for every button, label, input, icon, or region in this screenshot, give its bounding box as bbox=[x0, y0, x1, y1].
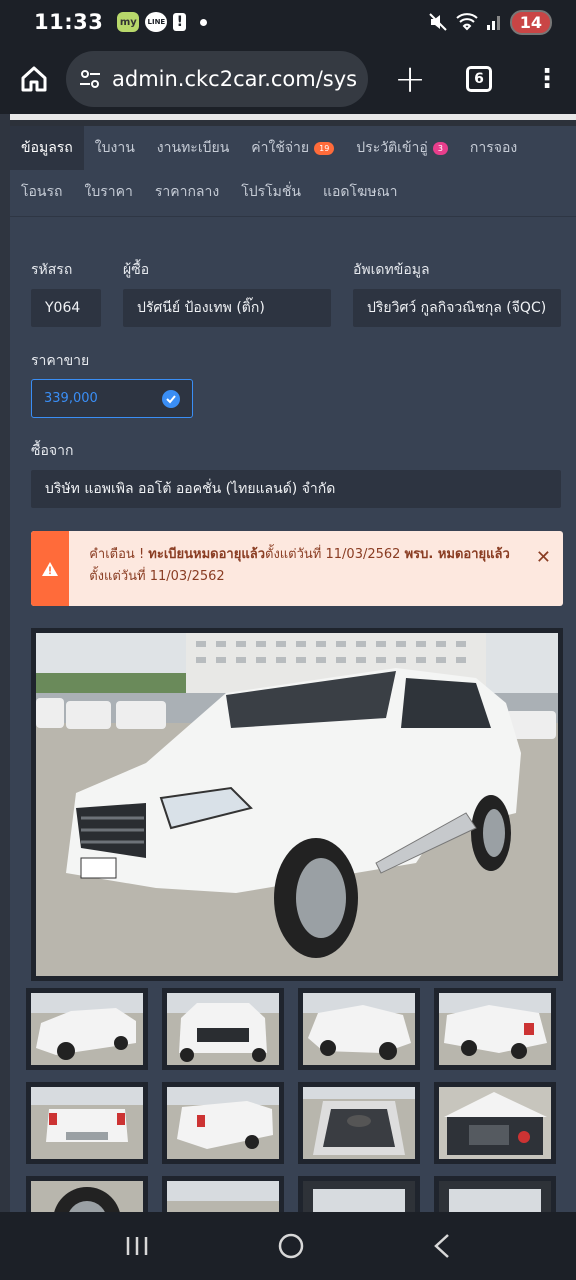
buyer-label: ผู้ซื้อ bbox=[123, 262, 150, 278]
left-strip bbox=[0, 114, 10, 1212]
thumbnail-image-6 bbox=[167, 1087, 279, 1159]
updater-field[interactable]: ปริยวิศว์ กูลกิจวณิชกุล (จีQC) bbox=[353, 289, 561, 327]
thumbnail-image-5 bbox=[31, 1087, 143, 1159]
thumbnail-7[interactable] bbox=[298, 1082, 420, 1164]
address-bar[interactable]: admin.ckc2car.com/syste bbox=[66, 51, 368, 107]
main-car-photo[interactable] bbox=[31, 628, 563, 981]
home-icon bbox=[21, 66, 47, 92]
thumbnail-image-11 bbox=[303, 1181, 415, 1212]
browser-toolbar: admin.ckc2car.com/syste + 6 ⋮ bbox=[0, 44, 576, 114]
tab-transfer[interactable]: โอนรถ bbox=[10, 170, 74, 214]
my-app-icon: my bbox=[117, 12, 140, 32]
tab-garage-history[interactable]: ประวัติเข้าอู่ 3 bbox=[345, 126, 459, 170]
line-app-icon: LINE bbox=[145, 12, 168, 32]
alert-notification-icon: ! bbox=[173, 13, 187, 31]
notification-icons: my LINE ! bbox=[117, 12, 208, 32]
tab-car-info[interactable]: ข้อมูลรถ bbox=[10, 126, 84, 170]
garage-count-badge: 3 bbox=[432, 141, 448, 155]
tabs-icon[interactable]: 6 bbox=[466, 66, 492, 92]
thumbnail-image-2 bbox=[167, 993, 279, 1065]
thumbnail-11[interactable] bbox=[298, 1176, 420, 1212]
expenses-count-badge: 19 bbox=[314, 141, 335, 155]
tab-divider bbox=[10, 216, 576, 217]
tab-promotion[interactable]: โปรโมชั่น bbox=[230, 170, 312, 214]
thumbnail-12[interactable] bbox=[434, 1176, 556, 1212]
car-detail-card: ข้อมูลรถ ใบงาน งานทะเบียน ค่าใช้จ่าย 19 ป… bbox=[10, 126, 576, 1212]
tab-work-order[interactable]: ใบงาน bbox=[84, 126, 146, 170]
car-code-label: รหัสรถ bbox=[31, 262, 73, 278]
source-field[interactable]: บริษัท แอพเพิล ออโต้ ออคชั่น (ไทยแลนด์) … bbox=[31, 470, 561, 508]
tab-garage-history-label: ประวัติเข้าอู่ bbox=[356, 140, 428, 156]
more-notifications-dot-icon bbox=[200, 18, 208, 26]
thumbnail-image-10 bbox=[167, 1181, 279, 1212]
home-button[interactable] bbox=[16, 61, 52, 97]
thumbnail-image-12 bbox=[439, 1181, 551, 1212]
system-nav-bar bbox=[0, 1212, 576, 1280]
alert-insurance-date: ตั้งแต่วันที่ 11/03/2562 bbox=[89, 569, 225, 584]
thumbnail-image-4 bbox=[439, 993, 551, 1065]
thumbnail-8[interactable] bbox=[434, 1082, 556, 1164]
battery-indicator: 14 bbox=[509, 9, 552, 35]
warning-icon bbox=[42, 561, 59, 576]
thumbnail-3[interactable] bbox=[298, 988, 420, 1070]
recents-icon[interactable] bbox=[124, 1234, 150, 1258]
status-right: 14 bbox=[428, 9, 552, 35]
price-label: ราคาขาย bbox=[31, 353, 90, 369]
thumbnail-10[interactable] bbox=[162, 1176, 284, 1212]
tab-advertising[interactable]: แอดโฆษณา bbox=[312, 170, 409, 214]
updater-label: อัพเดทข้อมูล bbox=[353, 262, 430, 278]
status-bar: 11:33 my LINE ! 14 bbox=[0, 0, 576, 44]
alert-message: คำเตือน ! ทะเบียนหมดอายุแล้วตั้งแต่วันที… bbox=[69, 531, 563, 606]
tab-booking[interactable]: การจอง bbox=[459, 126, 528, 170]
alert-registration-expired: ทะเบียนหมดอายุแล้ว bbox=[148, 547, 265, 562]
thumbnail-2[interactable] bbox=[162, 988, 284, 1070]
price-input[interactable]: 339,000 bbox=[31, 379, 193, 418]
alert-insurance-expired: พรบ. หมดอายุแล้ว bbox=[404, 547, 510, 562]
warning-alert: คำเตือน ! ทะเบียนหมดอายุแล้วตั้งแต่วันที… bbox=[31, 531, 563, 606]
mute-icon bbox=[429, 13, 447, 31]
tab-registration[interactable]: งานทะเบียน bbox=[146, 126, 240, 170]
menu-icon[interactable]: ⋮ bbox=[534, 64, 560, 94]
close-icon[interactable]: ✕ bbox=[536, 547, 551, 568]
alert-registration-date: ตั้งแต่วันที่ 11/03/2562 bbox=[265, 547, 405, 562]
wifi-icon bbox=[456, 13, 478, 31]
tab-row-1: ข้อมูลรถ ใบงาน งานทะเบียน ค่าใช้จ่าย 19 ป… bbox=[10, 126, 576, 170]
car-code-field[interactable]: Y064 bbox=[31, 289, 101, 327]
check-icon bbox=[162, 389, 180, 408]
alert-icon-box bbox=[31, 531, 70, 606]
car-photo-image bbox=[36, 633, 558, 976]
thumbnail-1[interactable] bbox=[26, 988, 148, 1070]
thumbnail-image-9 bbox=[31, 1181, 143, 1212]
thumbnail-image-3 bbox=[303, 993, 415, 1065]
thumbnail-4[interactable] bbox=[434, 988, 556, 1070]
source-label: ซื้อจาก bbox=[31, 443, 74, 459]
thumbnail-6[interactable] bbox=[162, 1082, 284, 1164]
tab-row-2: โอนรถ ใบราคา ราคากลาง โปรโมชั่น แอดโฆษณา bbox=[10, 170, 576, 214]
status-time: 11:33 bbox=[34, 10, 104, 34]
home-nav-icon[interactable] bbox=[278, 1233, 304, 1259]
tab-median-price[interactable]: ราคากลาง bbox=[144, 170, 230, 214]
thumbnail-5[interactable] bbox=[26, 1082, 148, 1164]
new-tab-button[interactable]: + bbox=[388, 57, 432, 101]
thumbnail-image-1 bbox=[31, 993, 143, 1065]
thumbnail-image-7 bbox=[303, 1087, 415, 1159]
thumbnail-9[interactable] bbox=[26, 1176, 148, 1212]
thumbnail-image-8 bbox=[439, 1087, 551, 1159]
alert-prefix: คำเตือน ! bbox=[89, 547, 149, 562]
price-value: 339,000 bbox=[44, 391, 98, 406]
url-text: admin.ckc2car.com/syste bbox=[112, 67, 356, 91]
signal-icon bbox=[486, 16, 500, 30]
back-icon[interactable] bbox=[432, 1233, 452, 1259]
page-content: ข้อมูลรถ ใบงาน งานทะเบียน ค่าใช้จ่าย 19 ป… bbox=[0, 114, 576, 1212]
tune-icon[interactable] bbox=[78, 67, 102, 91]
tab-expenses-label: ค่าใช้จ่าย bbox=[251, 140, 310, 156]
buyer-field[interactable]: ปรัศนีย์ ป้องเทพ (ติ๊ก) bbox=[123, 289, 331, 327]
tab-price-sheet[interactable]: ใบราคา bbox=[74, 170, 144, 214]
tab-expenses[interactable]: ค่าใช้จ่าย 19 bbox=[240, 126, 345, 170]
page-top-divider bbox=[0, 114, 576, 120]
